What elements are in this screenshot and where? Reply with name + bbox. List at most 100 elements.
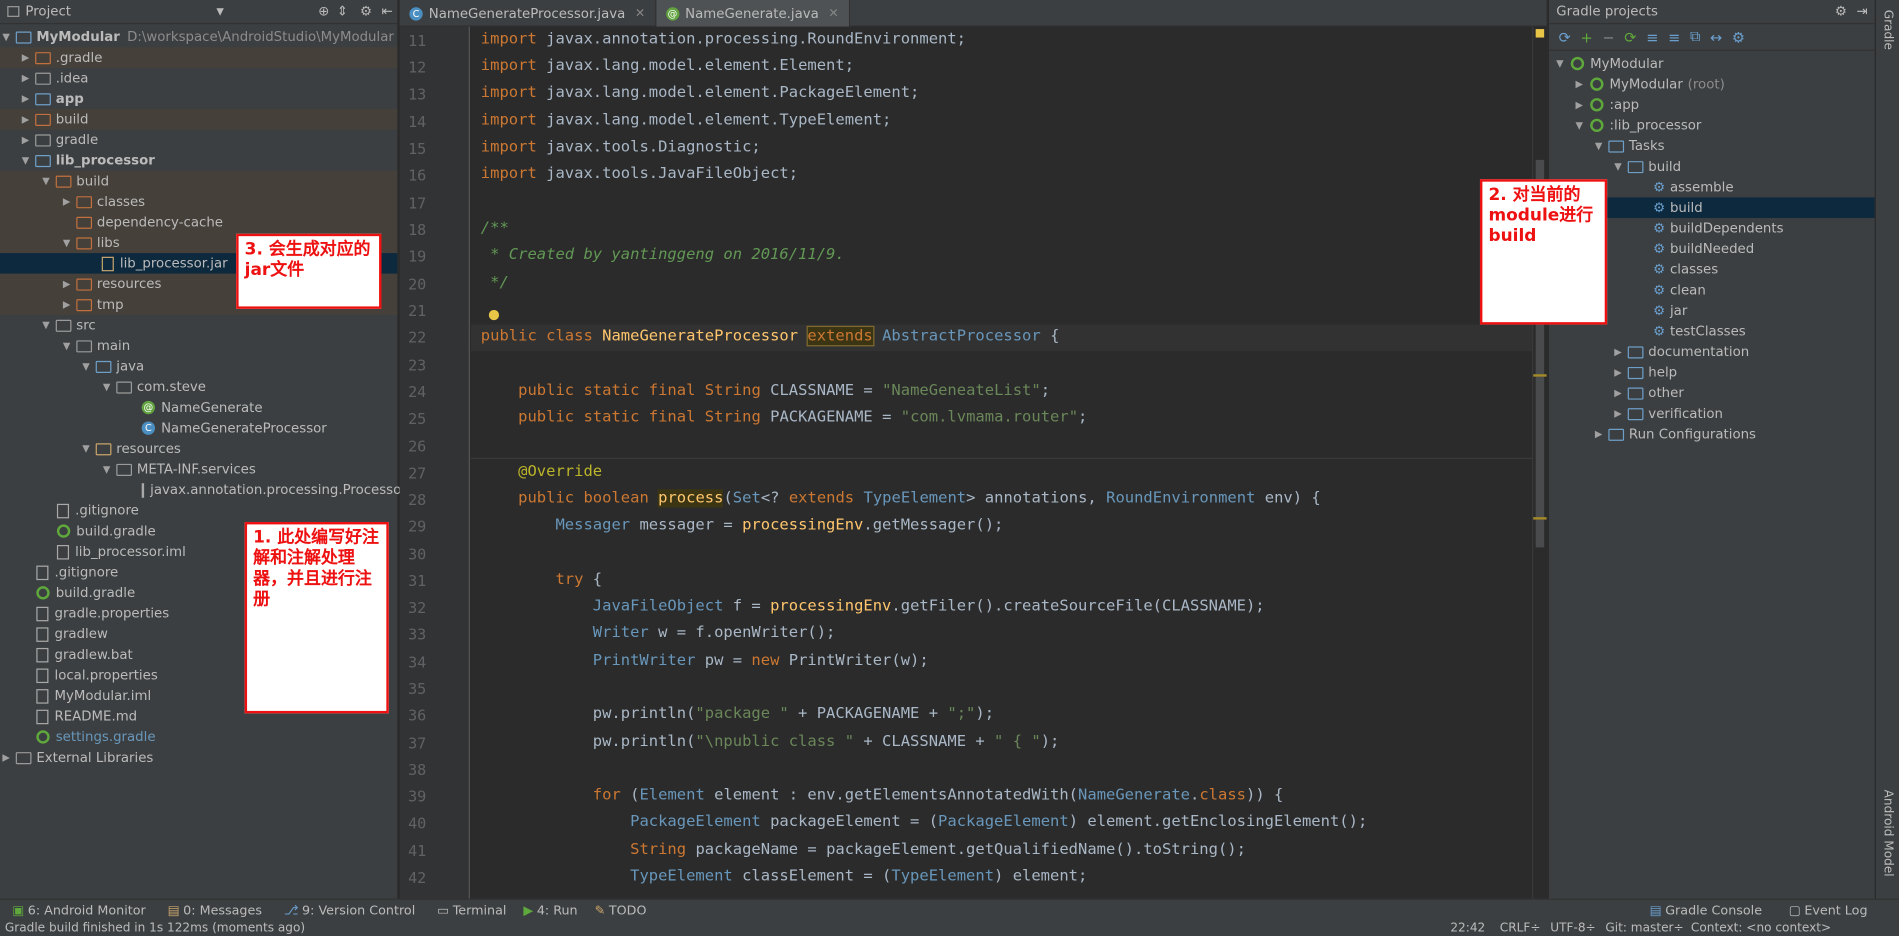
chevron-down-icon[interactable]: ▼ [80, 356, 92, 377]
tree-item-com-steve[interactable]: ▼ com.steve [0, 377, 397, 398]
project-panel-header[interactable]: Project ▼ ⊕ ⇕ ⚙ ⇤ [0, 0, 398, 25]
tree-item-settings-gradle[interactable]: settings.gradle [0, 727, 397, 748]
gradle-item-help[interactable]: ▶ help [1549, 362, 1875, 383]
tab-namegenerate[interactable]: @ NameGenerate.java ✕ [656, 0, 850, 27]
status-message[interactable]: Gradle build finished in 1s 122ms (momen… [5, 922, 305, 935]
refresh-icon[interactable]: ⟳ [1559, 28, 1571, 45]
chevron-right-icon[interactable]: ▶ [1593, 424, 1605, 445]
tree-item-lib-processor[interactable]: ▼ lib_processor [0, 150, 397, 171]
chevron-down-icon[interactable]: ▼ [101, 459, 113, 480]
chevron-right-icon[interactable]: ▶ [19, 109, 31, 130]
chevron-down-icon[interactable]: ▼ [1554, 53, 1566, 74]
tree-item-namegenerate[interactable]: @ NameGenerate [0, 397, 397, 418]
link-icon[interactable]: ⧉ [1690, 28, 1700, 46]
gradle-item-tasks[interactable]: ▼ Tasks [1549, 136, 1875, 157]
tree-item-build[interactable]: ▶ build [0, 108, 398, 130]
chevron-right-icon[interactable]: ▶ [1573, 74, 1585, 95]
chevron-down-icon[interactable]: ▼ [0, 27, 12, 48]
gear-icon[interactable]: ⚙ [360, 4, 372, 20]
gradle-item-mymodular[interactable]: ▼ MyModular [1549, 53, 1875, 74]
gradle-side-tab[interactable]: Gradle [1881, 10, 1894, 50]
gradle-item-documentation[interactable]: ▶ documentation [1549, 342, 1875, 363]
chevron-down-icon[interactable]: ▼ [61, 233, 73, 254]
gradle-item-other[interactable]: ▶ other [1549, 383, 1875, 404]
chevron-right-icon[interactable]: ▶ [61, 274, 73, 295]
tree-item-src-resources[interactable]: ▼ resources [0, 438, 397, 459]
tree-item-dependency-cache[interactable]: dependency-cache [0, 211, 398, 233]
bulb-icon[interactable]: ● [488, 306, 500, 322]
chevron-right-icon[interactable]: ▶ [61, 191, 73, 212]
tree-item-gradle-dir[interactable]: ▶ .gradle [0, 47, 398, 68]
gradle-item-build-group[interactable]: ▼ build [1549, 156, 1875, 177]
tree-item-meta-inf[interactable]: ▼ META-INF.services [0, 459, 397, 480]
tree-item-namegenerateprocessor[interactable]: C NameGenerateProcessor [0, 418, 397, 439]
terminal-button[interactable]: ▭ Terminal [437, 903, 506, 918]
version-control-button[interactable]: ⎇ 9: Version Control [284, 903, 415, 918]
run-task-icon[interactable]: ⟳ [1624, 28, 1636, 45]
tab-namegenerateprocessor[interactable]: C NameGenerateProcessor.java ✕ [400, 0, 657, 27]
todo-button[interactable]: ✎ TODO [595, 903, 647, 918]
add-icon[interactable]: + [1581, 28, 1593, 45]
tree-item-mymodular[interactable]: ▼ MyModular D:\workspace\AndroidStudio\MyM… [0, 27, 397, 48]
tree-item-java[interactable]: ▼ java [0, 356, 397, 377]
code-editor[interactable]: 11 12 13 14 15 16 17 18 19 20 21 22 23 24 25 26 27 28 29 30… [399, 26, 1547, 899]
offline-icon[interactable]: ↔ [1710, 28, 1722, 45]
tree-item-gradle[interactable]: ▶ gradle [0, 130, 397, 151]
chevron-right-icon[interactable]: ▶ [1612, 342, 1624, 363]
gradle-item-app[interactable]: ▶:app [1549, 94, 1875, 115]
hide-icon[interactable]: ⇥ [1856, 4, 1867, 20]
chevron-down-icon[interactable]: ▼ [1593, 136, 1605, 157]
android-model-side-tab[interactable]: Android Model [1881, 790, 1894, 877]
messages-button[interactable]: ▤ 0: Messages [168, 903, 262, 918]
chevron-down-icon[interactable]: ▼ [61, 335, 73, 356]
tree-item-external-libraries[interactable]: ▶ External Libraries [0, 747, 397, 768]
remove-icon[interactable]: − [1602, 28, 1614, 45]
git-branch[interactable]: Git: master÷ [1605, 922, 1683, 935]
chevron-down-icon[interactable]: ▼ [1573, 115, 1585, 136]
chevron-down-icon[interactable]: ▼ [80, 438, 92, 459]
sync-icon[interactable]: ⊕ [318, 4, 329, 20]
context-indicator[interactable]: Context: <no context> [1691, 922, 1831, 935]
chevron-right-icon[interactable]: ▶ [61, 294, 73, 315]
hide-icon[interactable]: ⇤ [382, 4, 393, 20]
tree-item-main[interactable]: ▼ main [0, 335, 397, 356]
android-monitor-button[interactable]: ▣ 6: Android Monitor [12, 903, 146, 918]
gradle-console-button[interactable]: ▤ Gradle Console [1650, 903, 1762, 918]
chevron-right-icon[interactable]: ▶ [1612, 383, 1624, 404]
tree-item-processor-file[interactable]: javax.annotation.processing.Processor [0, 480, 407, 501]
collapse-all-icon[interactable]: ≡ [1668, 28, 1680, 45]
file-encoding[interactable]: UTF-8÷ [1550, 922, 1595, 935]
tree-item-src[interactable]: ▼ src [0, 315, 397, 336]
chevron-right-icon[interactable]: ▶ [0, 747, 12, 768]
tree-item-idea[interactable]: ▶ .idea [0, 68, 397, 89]
chevron-right-icon[interactable]: ▶ [1612, 403, 1624, 424]
gradle-item-root[interactable]: ▶ MyModular (root) [1549, 74, 1875, 95]
line-separator[interactable]: CRLF÷ [1500, 922, 1541, 935]
settings-icon[interactable]: ⚙ [1732, 28, 1745, 45]
close-icon[interactable]: ✕ [829, 7, 839, 20]
caret-position[interactable]: 22:42 [1450, 922, 1485, 935]
chevron-down-icon[interactable]: ▼ [101, 377, 113, 398]
chevron-down-icon[interactable]: ▼ [216, 6, 223, 17]
chevron-right-icon[interactable]: ▶ [19, 88, 31, 109]
gradle-item-verification[interactable]: ▶ verification [1549, 403, 1875, 424]
chevron-down-icon[interactable]: ▼ [1612, 156, 1624, 177]
tree-item-classes[interactable]: ▶ classes [0, 191, 398, 212]
chevron-down-icon[interactable]: ▼ [40, 315, 52, 336]
tree-item-lib-build[interactable]: ▼ build [0, 170, 398, 192]
gradle-item-lib-processor[interactable]: ▼:lib_processor [1549, 115, 1875, 136]
collapse-icon[interactable]: ⇕ [337, 4, 348, 20]
run-button[interactable]: ▶ 4: Run [523, 903, 577, 918]
chevron-right-icon[interactable]: ▶ [1573, 94, 1585, 115]
tree-item-lib-gitignore[interactable]: .gitignore [0, 500, 397, 521]
event-log-button[interactable]: ▢ Event Log [1789, 903, 1868, 918]
chevron-right-icon[interactable]: ▶ [1612, 362, 1624, 383]
chevron-right-icon[interactable]: ▶ [19, 130, 31, 151]
expand-all-icon[interactable]: ≡ [1646, 28, 1658, 45]
chevron-down-icon[interactable]: ▼ [40, 171, 52, 192]
editor-scrollbar[interactable] [1532, 26, 1547, 899]
gear-icon[interactable]: ⚙ [1835, 4, 1847, 20]
gradle-item-run-configurations[interactable]: ▶ Run Configurations [1549, 424, 1875, 445]
tree-item-app[interactable]: ▶ app [0, 88, 397, 109]
chevron-right-icon[interactable]: ▶ [19, 47, 31, 68]
